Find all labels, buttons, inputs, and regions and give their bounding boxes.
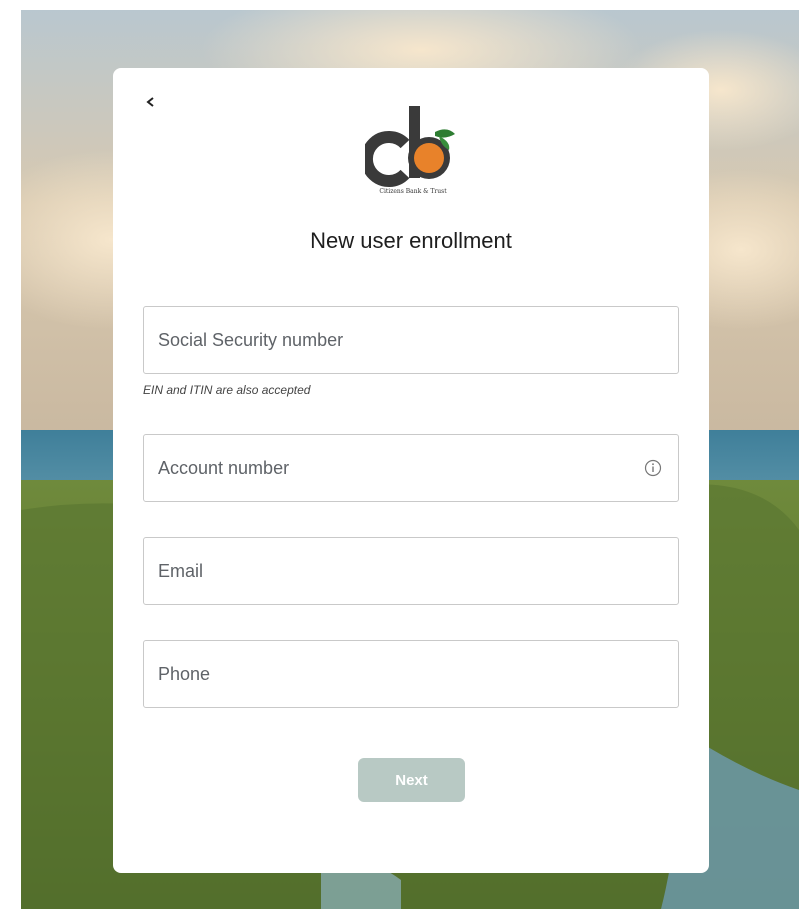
account-number-field[interactable] (143, 434, 679, 502)
email-field[interactable] (143, 537, 679, 605)
page-title: New user enrollment (310, 228, 512, 253)
next-button[interactable]: Next (358, 758, 465, 802)
email-input[interactable] (158, 538, 628, 604)
ssn-field[interactable] (143, 306, 679, 374)
enrollment-card: Citizens Bank & Trust New user enrollmen… (113, 68, 709, 873)
chevron-left-icon[interactable] (141, 90, 161, 114)
ssn-input[interactable] (158, 307, 628, 373)
ssn-hint: EIN and ITIN are also accepted (143, 383, 311, 397)
background-scene: Citizens Bank & Trust New user enrollmen… (21, 10, 799, 909)
phone-input[interactable] (158, 641, 628, 707)
account-number-input[interactable] (158, 435, 628, 501)
info-icon[interactable] (644, 459, 662, 477)
logo-caption: Citizens Bank & Trust (379, 188, 447, 195)
phone-field[interactable] (143, 640, 679, 708)
logo-mark-icon (360, 106, 455, 187)
brand-logo: Citizens Bank & Trust (360, 102, 461, 204)
